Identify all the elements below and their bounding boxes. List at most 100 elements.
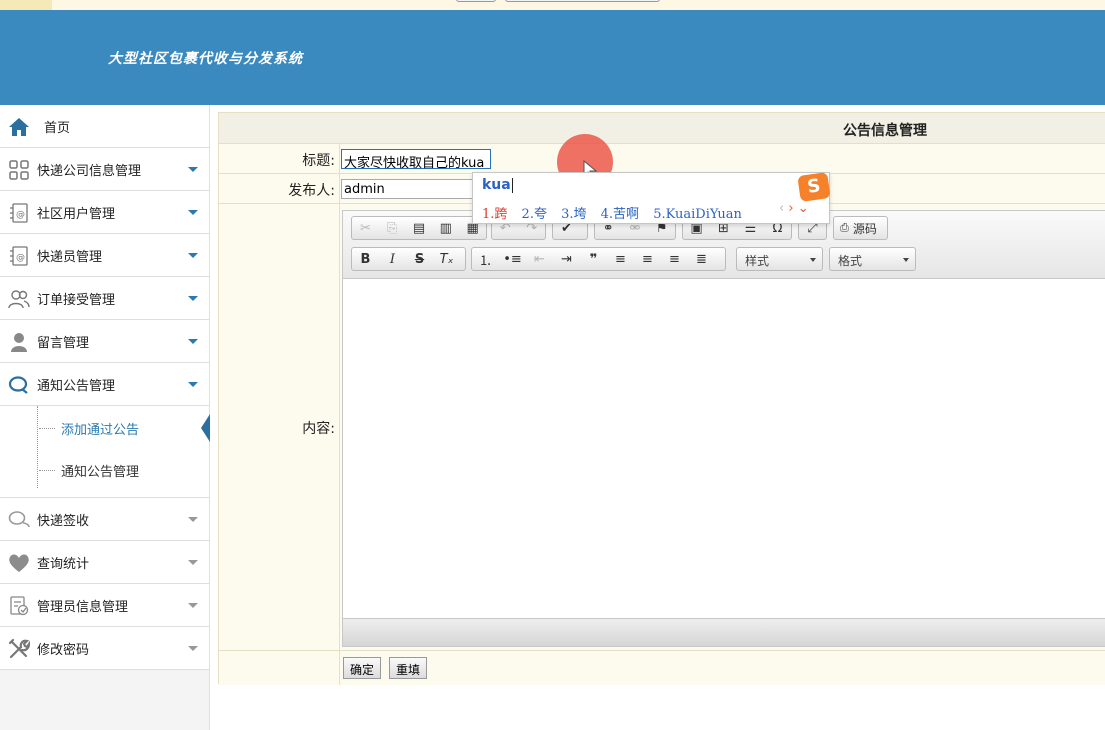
svg-text:@: @ — [16, 253, 25, 263]
app-header: 大型社区包裹代收与分发系统 — [0, 10, 1105, 105]
copy-icon[interactable]: ⎘ — [379, 217, 406, 239]
blockquote-icon[interactable]: ❞ — [580, 248, 607, 270]
sogou-logo-icon[interactable]: S — [797, 172, 831, 202]
sidebar-item-couriers[interactable]: @ 快递员管理 — [0, 234, 209, 277]
reset-button[interactable]: 重填 — [389, 657, 428, 679]
publisher-label: 发布人: — [288, 183, 335, 199]
sidebar-item-messages[interactable]: 留言管理 — [0, 320, 209, 363]
top-strip — [0, 0, 1105, 10]
bullet-list-icon[interactable]: •≡ — [499, 248, 526, 270]
align-justify-icon[interactable]: ≣ — [688, 248, 715, 270]
align-left-icon[interactable]: ≡ — [607, 248, 634, 270]
ime-candidate-window: kua 1.跨 2.夸 3.垮 4.苦啊 5.KuaiDiYuan ‹ › ⌄ … — [472, 172, 831, 224]
source-icon: ⎙ — [840, 221, 849, 234]
sidebar-item-label: 快递员管理 — [37, 249, 103, 265]
content-label: 内容: — [302, 421, 335, 437]
notices-submenu: 添加通过公告 通知公告管理 — [0, 406, 210, 498]
panel-header: 公告信息管理 — [219, 113, 1105, 144]
chevron-down-icon — [188, 560, 198, 565]
chevron-down-icon — [188, 296, 198, 301]
sidebar-item-sign-for[interactable]: 快递签收 — [0, 498, 209, 541]
format-select[interactable]: 格式 — [829, 247, 916, 271]
basic-style-group: B I S Tₓ — [351, 247, 466, 271]
top-button-2[interactable] — [505, 0, 660, 2]
ime-candidate[interactable]: 1.跨 — [482, 207, 507, 222]
chevron-down-icon — [188, 646, 198, 651]
title-row: 标题: 大家尽快收取自己的kua — [219, 144, 1105, 174]
submenu-item-manage-notices[interactable]: 通知公告管理 — [0, 450, 209, 490]
chevron-left-icon[interactable]: ‹ — [779, 201, 784, 216]
source-group[interactable]: ⎙ 源码 — [833, 216, 888, 240]
actions-row: 确定 重填 — [219, 651, 1105, 685]
chevron-down-icon — [188, 210, 198, 215]
contacts-icon: @ — [8, 202, 30, 224]
sidebar-item-label: 订单接受管理 — [37, 292, 116, 308]
chat-icon — [8, 374, 30, 396]
sidebar-item-label: 管理员信息管理 — [37, 599, 129, 615]
italic-icon[interactable]: I — [379, 248, 406, 270]
sidebar-item-orders[interactable]: 订单接受管理 — [0, 277, 209, 320]
outdent-icon[interactable]: ⇤ — [526, 248, 553, 270]
ime-composition: kua — [482, 177, 513, 193]
sidebar-item-home[interactable]: 首页 — [0, 105, 209, 148]
active-indicator — [201, 414, 210, 442]
chevron-right-icon[interactable]: › — [788, 201, 793, 216]
editor-status-bar — [343, 618, 1105, 646]
ime-candidate[interactable]: 4.苦啊 — [601, 207, 639, 222]
align-right-icon[interactable]: ≡ — [661, 248, 688, 270]
submit-button[interactable]: 确定 — [343, 657, 382, 679]
submenu-item-add-notice[interactable]: 添加通过公告 — [0, 408, 210, 448]
sidebar-item-admin-info[interactable]: 管理员信息管理 — [0, 584, 209, 627]
grid-icon — [8, 159, 30, 181]
align-center-icon[interactable]: ≡ — [634, 248, 661, 270]
browser-tab[interactable] — [0, 0, 52, 10]
tools-icon — [8, 638, 30, 660]
rich-text-editor[interactable]: ✂ ⎘ ▤ ▥ ▦ ↶ ↷ ✔ ⚭ ⚮ ⚑ ▣ ⊞ ☰ Ω ⤢ ⎙ 源码 B I… — [342, 210, 1105, 647]
source-label: 源码 — [852, 221, 877, 236]
bold-icon[interactable]: B — [352, 248, 379, 270]
page-title: 公告信息管理 — [843, 123, 927, 139]
row-divider — [339, 174, 340, 203]
user-icon — [8, 331, 30, 353]
row-divider — [339, 144, 340, 173]
sidebar-item-notices[interactable]: 通知公告管理 — [0, 363, 209, 406]
submenu-item-label: 添加通过公告 — [61, 422, 140, 438]
title-input[interactable]: 大家尽快收取自己的kua — [341, 149, 491, 171]
row-divider — [339, 204, 340, 650]
paragraph-group: ⒈ •≡ ⇤ ⇥ ❞ ≡ ≡ ≡ ≣ — [471, 247, 726, 271]
users-icon — [8, 288, 30, 310]
ime-candidate[interactable]: 3.垮 — [561, 207, 586, 222]
format-select-label: 格式 — [838, 254, 863, 268]
paste-icon[interactable]: ▤ — [406, 217, 433, 239]
remove-format-icon[interactable]: Tₓ — [433, 248, 460, 270]
contacts-icon: @ — [8, 245, 30, 267]
top-button-1[interactable] — [456, 0, 496, 2]
sidebar-item-community-users[interactable]: @ 社区用户管理 — [0, 191, 209, 234]
chevron-down-icon — [188, 253, 198, 258]
sidebar-item-label: 查询统计 — [37, 556, 90, 572]
sidebar-item-courier-company[interactable]: 快递公司信息管理 — [0, 148, 209, 191]
ime-candidate[interactable]: 5.KuaiDiYuan — [653, 207, 742, 222]
tree-branch — [39, 470, 55, 471]
style-select[interactable]: 样式 — [736, 247, 823, 271]
sidebar-item-label: 社区用户管理 — [37, 206, 116, 222]
chevron-down-icon — [188, 517, 198, 522]
paste-text-icon[interactable]: ▥ — [432, 217, 459, 239]
svg-text:@: @ — [16, 210, 25, 220]
sidebar-item-label: 快递公司信息管理 — [37, 163, 142, 179]
title-label: 标题: — [302, 153, 335, 169]
chevron-down-icon — [188, 339, 198, 344]
chevron-down-icon — [810, 258, 816, 262]
numbered-list-icon[interactable]: ⒈ — [472, 248, 499, 270]
sidebar-item-change-password[interactable]: 修改密码 — [0, 627, 209, 670]
publisher-input[interactable]: admin — [341, 179, 481, 199]
indent-icon[interactable]: ⇥ — [553, 248, 580, 270]
sidebar-item-label: 首页 — [44, 120, 71, 136]
cut-icon[interactable]: ✂ — [352, 217, 379, 239]
chevron-down-icon — [188, 603, 198, 608]
ime-candidate[interactable]: 2.夸 — [522, 207, 547, 222]
chevron-down-icon[interactable]: ⌄ — [798, 201, 809, 216]
strike-icon[interactable]: S — [406, 248, 433, 270]
ime-composition-text: kua — [482, 177, 511, 193]
sidebar-item-statistics[interactable]: 查询统计 — [0, 541, 209, 584]
